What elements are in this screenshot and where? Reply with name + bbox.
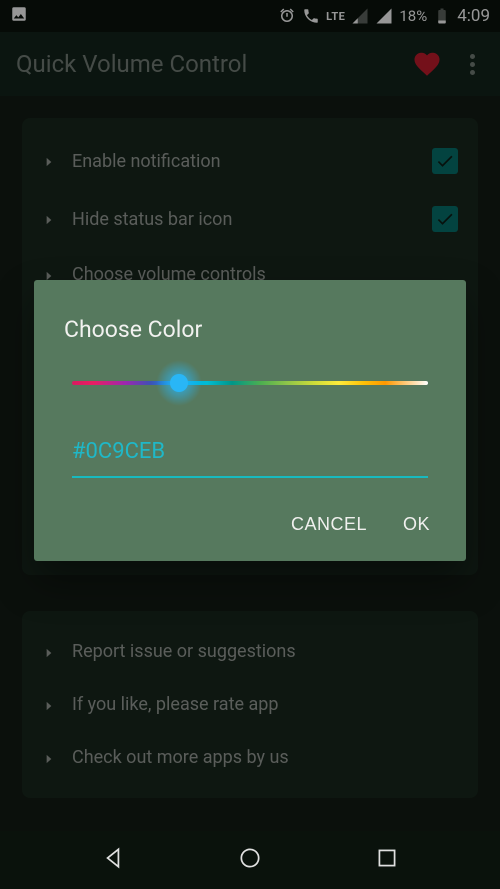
nav-home-button[interactable]	[237, 845, 263, 875]
android-nav-bar	[0, 831, 500, 889]
hex-input[interactable]	[72, 439, 428, 464]
slider-track	[72, 381, 428, 385]
cancel-button[interactable]: CANCEL	[291, 514, 367, 535]
dialog-actions: CANCEL OK	[64, 514, 436, 539]
nav-recents-button[interactable]	[374, 845, 400, 875]
hex-field[interactable]	[72, 439, 428, 478]
color-slider[interactable]	[72, 363, 428, 403]
ok-button[interactable]: OK	[403, 514, 430, 535]
dialog-title: Choose Color	[64, 316, 436, 343]
nav-back-button[interactable]	[100, 845, 126, 875]
choose-color-dialog: Choose Color CANCEL OK	[34, 280, 466, 561]
